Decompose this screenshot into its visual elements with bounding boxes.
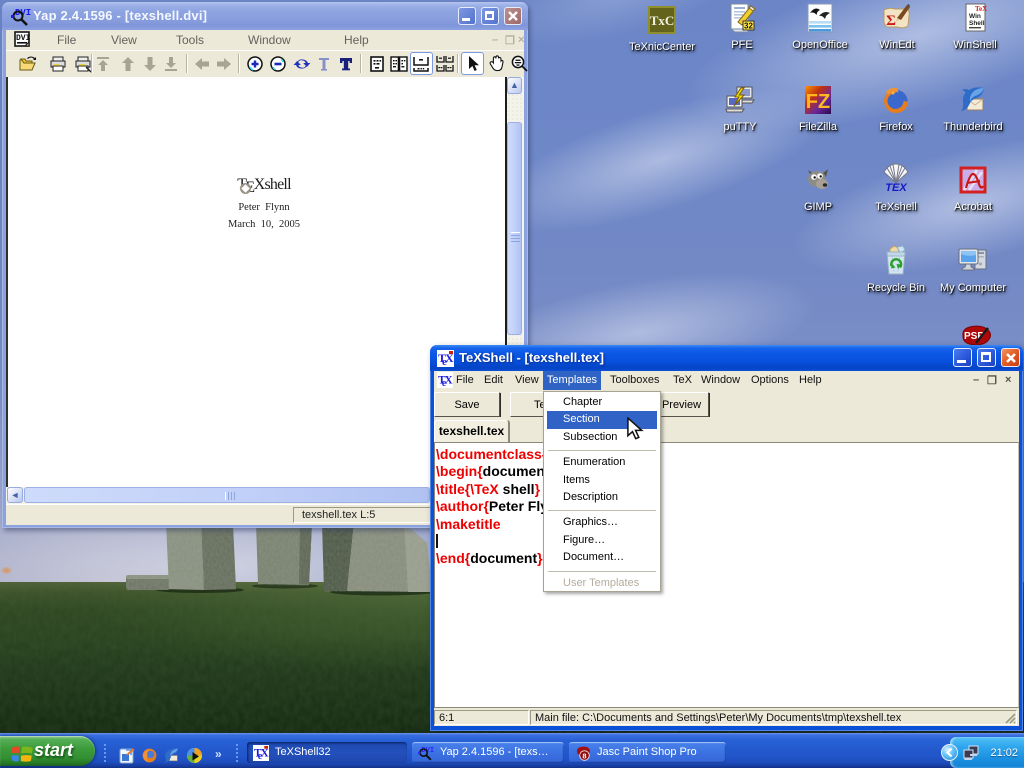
svg-text:DVI: DVI [16,34,31,43]
svg-text:Shell: Shell [969,20,985,27]
svg-text:32: 32 [744,22,753,31]
svg-text:TxC: TxC [650,13,675,28]
svg-text:TEX: TEX [885,182,907,194]
svg-text:Σ: Σ [886,13,896,29]
svg-text:FZ: FZ [806,91,830,113]
svg-text:Win: Win [969,13,981,20]
svg-text:X: X [261,747,269,759]
svg-text:X: X [445,374,453,386]
svg-text:TeX: TeX [975,5,987,13]
svg-text:8: 8 [582,751,586,760]
